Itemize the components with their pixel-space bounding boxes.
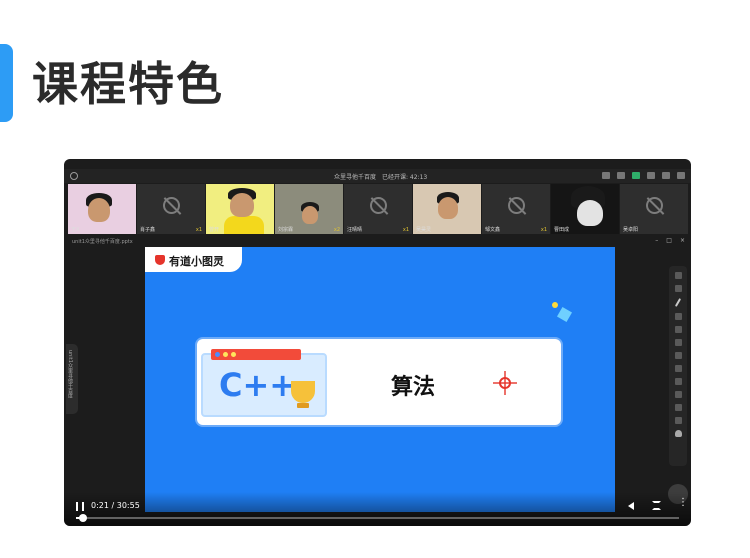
minimize-icon[interactable] bbox=[647, 172, 655, 179]
speaker-icon[interactable] bbox=[617, 172, 625, 179]
youdao-logo-icon bbox=[155, 255, 165, 265]
slide-title: 算法 bbox=[391, 375, 436, 400]
annotation-toolbar bbox=[669, 266, 687, 466]
document-bar: unit1众里寻他千百度.pptx – □ × bbox=[64, 236, 691, 246]
trophy-base bbox=[297, 403, 309, 408]
progress-bar[interactable] bbox=[76, 517, 679, 519]
participant-name: 汪晴晴 bbox=[347, 227, 363, 233]
participant-name: 邹文鑫 bbox=[485, 227, 501, 233]
participant-face bbox=[438, 197, 458, 219]
camera-off-icon bbox=[508, 197, 525, 214]
undo-tool-icon[interactable] bbox=[674, 365, 682, 372]
minimize-icon[interactable]: – bbox=[655, 237, 658, 244]
slide-card: C++ 算法 bbox=[197, 339, 561, 425]
presentation-slide: 有道小图灵 C++ 算法 bbox=[145, 247, 615, 512]
participant-strip: 王X 肖子鑫 x1 曾开 刘宗霖 x2 汪晴晴 x1 吴昊灵 邹文鑫 x1 曹田… bbox=[68, 184, 688, 234]
select-tool-icon[interactable] bbox=[674, 285, 682, 292]
participant-tile[interactable]: 吴昊灵 bbox=[413, 184, 481, 234]
highlighter-tool-icon[interactable] bbox=[674, 313, 682, 320]
page-title: 课程特色 bbox=[32, 57, 224, 111]
participant-badge: x1 bbox=[195, 227, 202, 233]
camera-off-icon bbox=[370, 197, 387, 214]
participant-tile[interactable]: 邹文鑫 x1 bbox=[482, 184, 550, 234]
participant-name: 曹田成 bbox=[554, 227, 570, 233]
participant-name: 吴卓阳 bbox=[623, 227, 639, 233]
participant-shirt bbox=[224, 216, 264, 234]
pointer-tool-icon[interactable] bbox=[674, 272, 682, 279]
close-icon[interactable]: × bbox=[680, 237, 685, 244]
meeting-bar: 众里寻他千百度 已经开课: 42:13 bbox=[64, 169, 691, 183]
eraser-tool-icon[interactable] bbox=[674, 326, 682, 333]
participant-tile[interactable]: 肖子鑫 x1 bbox=[137, 184, 205, 234]
progress-handle[interactable] bbox=[79, 514, 87, 522]
participant-tile[interactable]: 王X bbox=[68, 184, 136, 234]
camera-off-icon bbox=[646, 197, 663, 214]
volume-icon[interactable] bbox=[628, 502, 634, 510]
decoration-dot bbox=[552, 302, 558, 308]
participant-name: 刘宗霖 bbox=[278, 227, 294, 233]
participant-face bbox=[230, 193, 254, 217]
fullscreen-icon[interactable] bbox=[652, 501, 661, 510]
participant-name: 曾开 bbox=[209, 227, 220, 233]
strip-dots bbox=[215, 352, 236, 357]
video-player[interactable]: 众里寻他千百度 已经开课: 42:13 王X 肖子鑫 x1 曾开 刘宗霖 x2 … bbox=[64, 159, 691, 526]
pause-icon[interactable] bbox=[76, 502, 84, 511]
pen-tool-icon[interactable] bbox=[674, 298, 682, 307]
player-controls: 0:21 / 30:55 ⋮ bbox=[64, 492, 691, 526]
target-icon bbox=[493, 371, 517, 395]
participant-name: 吴昊灵 bbox=[416, 227, 432, 233]
document-name: unit1众里寻他千百度.pptx bbox=[72, 239, 133, 245]
participant-badge: x1 bbox=[540, 227, 547, 233]
settings-tool-icon[interactable] bbox=[674, 404, 682, 411]
participant-face bbox=[577, 200, 603, 226]
close-icon[interactable] bbox=[677, 172, 685, 179]
broadcast-icon bbox=[70, 172, 78, 180]
participant-tile[interactable]: 曾开 bbox=[206, 184, 274, 234]
slide-list-label: unit1众里寻他千百度 bbox=[67, 350, 73, 398]
decoration-cube bbox=[556, 306, 573, 323]
participant-face bbox=[88, 198, 110, 222]
participant-tile[interactable]: 曹田成 bbox=[551, 184, 619, 234]
maximize-icon[interactable] bbox=[662, 172, 670, 179]
participant-badge: x2 bbox=[333, 227, 340, 233]
more-options-icon[interactable]: ⋮ bbox=[678, 498, 688, 508]
laser-tool-icon[interactable] bbox=[674, 417, 682, 424]
participant-tile[interactable]: 汪晴晴 x1 bbox=[344, 184, 412, 234]
text-tool-icon[interactable] bbox=[674, 352, 682, 359]
participant-tile[interactable]: 吴卓阳 bbox=[620, 184, 688, 234]
participant-name: 肖子鑫 bbox=[140, 227, 156, 233]
participant-face bbox=[302, 206, 318, 224]
document-window-controls: – □ × bbox=[655, 237, 685, 244]
camera-off-icon bbox=[163, 197, 180, 214]
meeting-controls bbox=[602, 172, 685, 179]
brand-logo: 有道小图灵 bbox=[145, 247, 242, 272]
participant-badge: x1 bbox=[402, 227, 409, 233]
meeting-timer: 已经开课: 42:13 bbox=[382, 174, 428, 181]
slide-list-panel[interactable]: unit1众里寻他千百度 bbox=[66, 344, 78, 414]
layout-icon[interactable] bbox=[632, 172, 640, 179]
meeting-title: 众里寻他千百度 bbox=[334, 174, 377, 181]
redo-tool-icon[interactable] bbox=[674, 378, 682, 385]
restore-icon[interactable]: □ bbox=[666, 237, 672, 244]
playback-time: 0:21 / 30:55 bbox=[91, 501, 140, 510]
shape-tool-icon[interactable] bbox=[674, 339, 682, 346]
people-icon[interactable] bbox=[674, 430, 682, 437]
accent-tab bbox=[0, 44, 13, 122]
participant-name: 王X bbox=[71, 227, 80, 233]
clear-tool-icon[interactable] bbox=[674, 391, 682, 398]
brand-name: 有道小图灵 bbox=[169, 255, 224, 268]
participant-tile[interactable]: 刘宗霖 x2 bbox=[275, 184, 343, 234]
mic-icon[interactable] bbox=[602, 172, 610, 179]
cpp-label: C++ bbox=[219, 366, 297, 404]
